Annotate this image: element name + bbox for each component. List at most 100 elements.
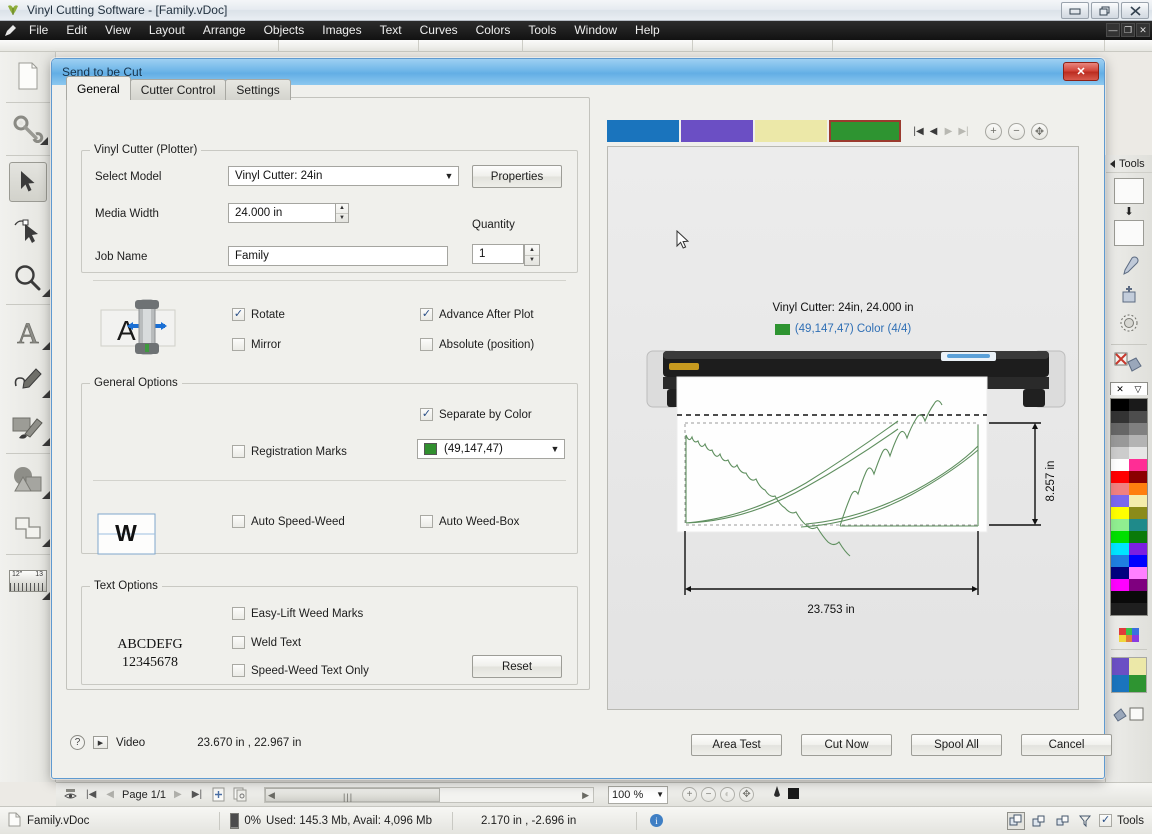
document-color-swatch[interactable] [1129,658,1146,675]
color-swatch-3[interactable] [755,120,827,142]
palette-swatch[interactable] [1111,567,1129,579]
combine-objects-icon[interactable] [1030,812,1048,830]
menu-item-window[interactable]: Window [565,21,626,40]
menu-item-help[interactable]: Help [626,21,669,40]
color-swatch-4[interactable] [829,120,901,142]
color-swatch-1[interactable] [607,120,679,142]
color-select-combo[interactable]: (49,147,47) ▼ [417,439,565,459]
registration-marks-checkbox[interactable] [232,445,245,458]
palette-swatch[interactable] [1111,543,1129,555]
maximize-button[interactable] [1091,2,1119,19]
weld-tool[interactable] [0,504,56,552]
shapes-tool[interactable] [0,456,56,504]
preview-zoom-out-button[interactable]: − [1008,122,1025,140]
menu-item-view[interactable]: View [96,21,140,40]
select-tool[interactable] [0,158,56,206]
fill-and-outline-icon[interactable] [1112,705,1146,726]
palette-swatch[interactable] [1111,471,1129,483]
minimize-button[interactable] [1061,2,1089,19]
document-color-swatch[interactable] [1129,675,1146,692]
tab-cutter-control[interactable]: Cutter Control [129,79,227,100]
group-objects-icon[interactable] [1007,811,1026,830]
spool-all-button[interactable]: Spool All [911,734,1002,756]
rotate-checkbox[interactable] [232,308,245,321]
brush-tool[interactable] [0,403,56,451]
registration-marks-row[interactable]: Registration Marks [232,445,347,458]
fill-color-swatch[interactable] [1114,178,1144,204]
rotate-checkbox-row[interactable]: Rotate [232,308,285,321]
cancel-button[interactable]: Cancel [1021,734,1112,756]
palette-swatch[interactable] [1129,399,1147,411]
first-page-button[interactable]: |◀ [84,789,98,800]
palette-swatch[interactable] [1129,495,1147,507]
document-color-swatch[interactable] [1112,658,1129,675]
weed-icon[interactable] [1076,812,1094,830]
area-test-button[interactable]: Area Test [691,734,782,756]
ungroup-objects-icon[interactable] [1053,812,1071,830]
easy-lift-checkbox[interactable] [232,607,245,620]
fill-square-icon[interactable] [787,787,800,803]
document-colors-swatches[interactable] [1111,657,1147,693]
eyedropper-icon[interactable] [1118,256,1140,281]
zoom-fit-button[interactable]: ✥ [739,787,755,802]
auto-weed-box-checkbox[interactable] [420,515,433,528]
palette-swatch[interactable] [1129,555,1147,567]
pen-pressure-icon[interactable] [772,785,782,804]
palette-swatch[interactable] [1111,591,1129,603]
tools-panel-header[interactable]: Tools [1106,155,1152,173]
info-icon[interactable]: i [647,812,665,830]
auto-weed-box-row[interactable]: Auto Weed-Box [420,515,519,528]
palette-swatch[interactable] [1111,555,1129,567]
absolute-position-checkbox[interactable] [420,338,433,351]
no-color-swatch[interactable]: ✕ [1111,383,1129,395]
page-view-icon[interactable] [62,787,78,803]
swap-colors-icon[interactable]: ⬇ [1124,207,1133,218]
zoom-out-button[interactable]: − [701,787,717,802]
absolute-position-checkbox-row[interactable]: Absolute (position) [420,338,534,351]
palette-swatch[interactable] [1129,483,1147,495]
next-page-button[interactable]: ▶ [172,789,184,800]
advance-after-plot-checkbox-row[interactable]: Advance After Plot [420,308,534,321]
auto-speed-weed-checkbox[interactable] [232,515,245,528]
cut-now-button[interactable]: Cut Now [801,734,892,756]
add-page-icon[interactable] [210,787,226,803]
palette-swatch[interactable] [1111,483,1129,495]
settings-tool[interactable] [0,105,56,153]
palette-swatch[interactable] [1129,543,1147,555]
mdi-close-button[interactable]: ✕ [1136,23,1150,37]
color-palette[interactable] [1110,398,1148,616]
palette-swatch[interactable] [1129,459,1147,471]
next-color-button[interactable]: ▶ [941,121,956,141]
color-swatch-2[interactable] [681,120,753,142]
paint-bucket-icon[interactable] [1118,284,1140,309]
mirror-checkbox[interactable] [232,338,245,351]
palette-swatch[interactable] [1111,507,1129,519]
palette-swatch[interactable] [1111,411,1129,423]
job-name-input[interactable]: Family [228,246,448,266]
palette-swatch[interactable] [1111,495,1129,507]
mdi-minimize-button[interactable]: — [1106,23,1120,37]
palette-swatch[interactable] [1111,447,1129,459]
tools-checkbox[interactable] [1099,814,1113,827]
last-page-button[interactable]: ▶| [190,789,204,800]
gradient-swatch[interactable]: ▽ [1129,383,1147,395]
palette-scroll-icon[interactable] [1119,628,1139,642]
auto-speed-weed-row[interactable]: Auto Speed-Weed [232,515,345,528]
palette-swatch[interactable] [1129,471,1147,483]
zoom-in-button[interactable]: + [682,787,698,802]
play-icon[interactable]: ▶ [93,736,108,749]
palette-swatch[interactable] [1129,531,1147,543]
menu-item-text[interactable]: Text [371,21,411,40]
stepper-down-icon[interactable]: ▼ [525,256,539,266]
palette-swatch[interactable] [1111,435,1129,447]
measure-tool[interactable]: 12" 13 [0,557,56,605]
document-color-swatch[interactable] [1112,675,1129,692]
separate-by-color-row[interactable]: Separate by Color [420,408,532,421]
menu-item-layout[interactable]: Layout [140,21,194,40]
text-tool[interactable]: A [0,307,56,355]
palette-swatch[interactable] [1111,519,1129,531]
menu-item-arrange[interactable]: Arrange [194,21,255,40]
scroll-left-button[interactable]: ◀ [268,790,275,801]
menu-item-edit[interactable]: Edit [57,21,96,40]
palette-swatch[interactable] [1111,579,1129,591]
